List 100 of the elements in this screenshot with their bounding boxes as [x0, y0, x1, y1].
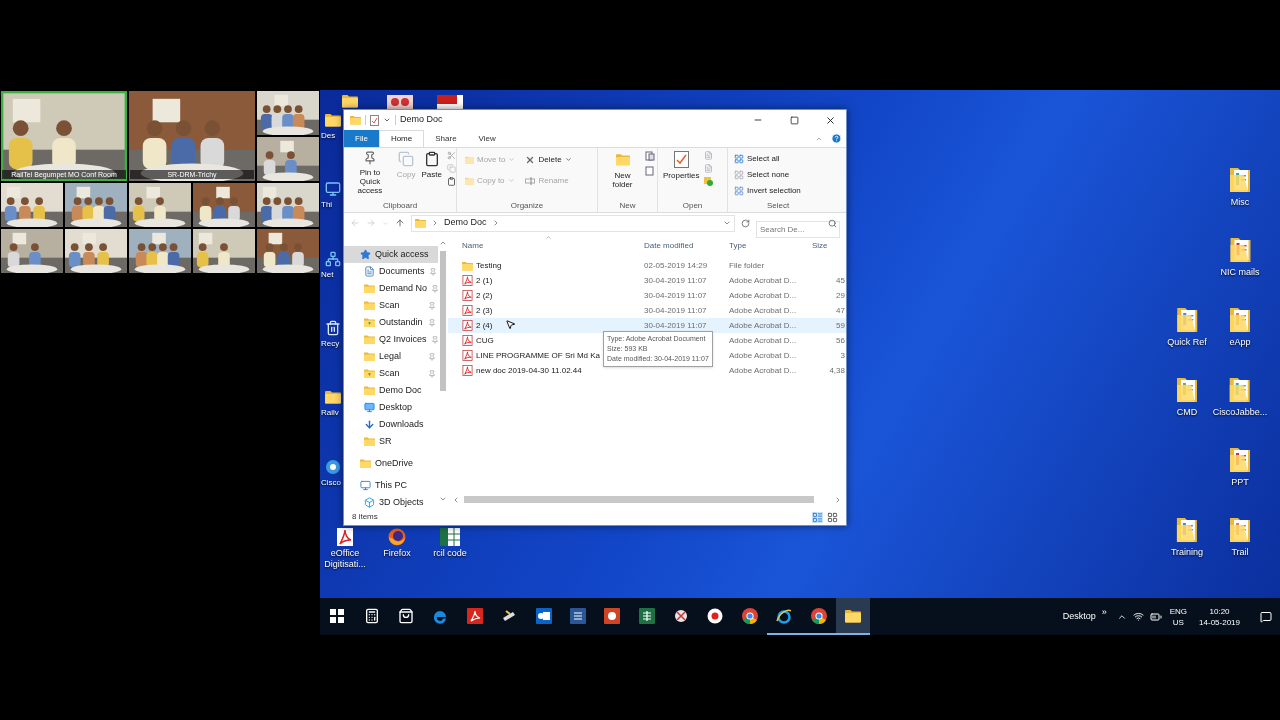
scroll-thumb[interactable] [440, 251, 446, 391]
icon-label[interactable]: Firefox [371, 548, 423, 559]
scanner-icon [501, 607, 518, 624]
folder-icon [325, 389, 341, 405]
file-name: 2 (1) [476, 274, 493, 287]
nav-item[interactable]: Legal [344, 348, 438, 365]
paste-shortcut-icon[interactable] [447, 177, 456, 186]
scroll-left-icon[interactable] [452, 495, 460, 504]
nav-item[interactable]: Demand No [344, 280, 438, 297]
language-indicator[interactable]: ENG [1169, 605, 1188, 617]
history-icon[interactable] [704, 177, 714, 186]
ribbon-tab[interactable]: Share [424, 130, 468, 147]
taskbar-button[interactable] [835, 598, 871, 635]
icon-label[interactable]: Trail [1231, 547, 1249, 558]
new-folder-button[interactable]: New folder [602, 148, 643, 200]
caret-icon[interactable] [383, 116, 391, 124]
nav-item[interactable]: This PC [344, 477, 438, 494]
address-bar[interactable]: Demo Doc [411, 214, 735, 232]
icon-label[interactable]: Cisco [321, 478, 341, 488]
dropdown-caret-icon[interactable] [723, 219, 731, 227]
folder-icon [1228, 306, 1252, 334]
column-header[interactable]: Name [462, 240, 644, 252]
icon-label[interactable]: eOffice Digitisati... [320, 548, 371, 570]
column-header[interactable]: Date modified [644, 240, 729, 252]
clock-time[interactable]: 10:20 [1209, 605, 1230, 617]
icon-label[interactable]: Thi [321, 200, 333, 210]
size-cell: 59 [836, 320, 845, 330]
four-squares-icon [330, 608, 345, 623]
type-cell: Adobe Acrobat D... [729, 350, 797, 360]
clock-date[interactable]: 14-05-2019 [1199, 616, 1240, 628]
nav-item[interactable]: Demo Doc [344, 382, 438, 399]
size-cell: 56 [836, 335, 845, 345]
scissors-icon[interactable] [447, 151, 456, 160]
breadcrumb-link[interactable]: Demo Doc [444, 216, 487, 230]
pdf-file-icon [462, 320, 473, 331]
easy-access-icon[interactable] [645, 166, 657, 176]
nav-item[interactable]: Outstandin [344, 314, 438, 331]
folder-icon [364, 368, 375, 379]
icon-label[interactable]: rcil code [424, 548, 476, 559]
nav-label: Scan [379, 366, 400, 380]
wifi-icon[interactable] [1132, 611, 1144, 622]
scroll-right-icon[interactable] [834, 495, 842, 504]
file-row[interactable]: 2 (4) 30-04-2019 11:07 Adobe Acrobat D... 59 [448, 318, 846, 333]
up-arrow-icon[interactable] [395, 218, 405, 228]
scroll-up-icon[interactable] [439, 239, 447, 247]
nav-item[interactable]: Scan [344, 297, 438, 314]
nav-item[interactable]: Documents [344, 263, 438, 280]
column-header[interactable]: Size [812, 240, 828, 252]
nav-item[interactable]: Q2 Invoices [344, 331, 438, 348]
battery-icon[interactable] [1149, 610, 1162, 623]
refresh-icon[interactable] [741, 218, 750, 228]
notification-icon[interactable] [1260, 610, 1272, 623]
delete-button[interactable]: Delete [525, 152, 572, 167]
ribbon-tab[interactable]: Home [378, 130, 425, 147]
ribbon-tab[interactable]: View [467, 130, 507, 147]
toolbar-label[interactable]: Desktop [1062, 609, 1096, 624]
nav-label: Scan [379, 298, 400, 312]
search-field[interactable]: Search De... [756, 220, 840, 238]
browser-icon [741, 607, 758, 624]
icon-label[interactable]: Quick Ref [1167, 337, 1207, 348]
nav-item[interactable]: OneDrive [344, 455, 438, 472]
icon-label[interactable]: Training [1170, 547, 1204, 558]
icon-label[interactable]: CMD [1176, 407, 1198, 418]
details-view-icon[interactable] [812, 511, 823, 523]
paste-button[interactable]: Paste [418, 148, 445, 200]
nav-item[interactable]: Quick access [344, 246, 438, 263]
icon-label[interactable]: Des [321, 131, 336, 141]
scroll-thumb[interactable] [464, 496, 814, 503]
file-menu-button[interactable]: File [344, 130, 379, 147]
ribbon-group-label: Organize [509, 200, 545, 212]
folder-icon [615, 151, 630, 168]
nav-item[interactable]: Scan [344, 365, 438, 382]
icon-label[interactable]: CiscoJabbe... [1212, 407, 1268, 418]
properties-button[interactable]: Properties [660, 148, 703, 200]
folder-icon [325, 112, 341, 128]
select-all-button[interactable]: Select all [734, 151, 828, 166]
icon-label[interactable]: eApp [1229, 337, 1251, 348]
region-indicator[interactable]: US [1172, 616, 1184, 628]
icon-label[interactable]: Misc [1230, 197, 1250, 208]
invert-selection-button[interactable]: Invert selection [734, 183, 828, 198]
nav-item[interactable]: Desktop [344, 399, 438, 416]
column-header[interactable]: Type [729, 240, 812, 252]
nav-item[interactable]: 3D Objects [344, 494, 438, 509]
pin-button[interactable]: Pin to Quick access [346, 148, 394, 200]
toolbar-chevron[interactable]: » [1101, 605, 1107, 620]
new-item-icon[interactable] [645, 151, 657, 161]
icon-label[interactable]: Recy [321, 339, 340, 349]
help-icon[interactable] [831, 133, 842, 144]
sort-caret-icon [545, 234, 552, 241]
tiles-view-icon[interactable] [827, 511, 838, 523]
icon-label[interactable]: PPT [1231, 477, 1249, 488]
select-none-button[interactable]: Select none [734, 167, 828, 182]
icon-label[interactable]: NIC mails [1220, 267, 1260, 278]
icon-label[interactable]: Net [321, 270, 334, 280]
nav-label: Downloads [379, 417, 424, 431]
nav-item[interactable]: SR [344, 433, 438, 450]
nav-item[interactable]: Downloads [344, 416, 438, 433]
nav-label: Demo Doc [379, 383, 422, 397]
scroll-down-icon[interactable] [439, 495, 447, 503]
icon-label[interactable]: Railv [321, 408, 339, 418]
